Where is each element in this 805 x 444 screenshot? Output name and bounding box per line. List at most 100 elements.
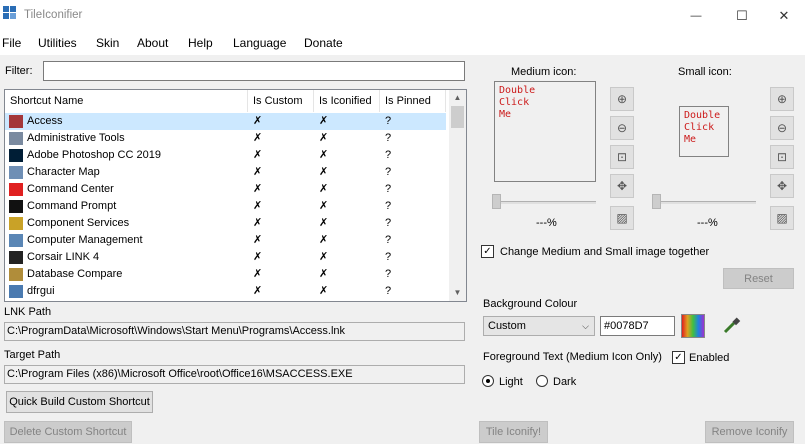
column-header-is-pinned[interactable]: Is Pinned (380, 90, 446, 112)
small-slider-thumb[interactable] (652, 194, 661, 209)
target-path-field[interactable]: C:\Program Files (x86)\Microsoft Office\… (4, 365, 465, 384)
column-header-name[interactable]: Shortcut Name (5, 90, 248, 112)
shortcut-icon (9, 200, 23, 213)
reset-button[interactable]: Reset (723, 268, 794, 289)
medium-slider-thumb[interactable] (492, 194, 501, 209)
medium-zoom-out-button[interactable]: ⊖ (610, 116, 634, 140)
menu-help[interactable]: Help (188, 36, 213, 50)
shortcut-icon (9, 149, 23, 162)
background-select-value: Custom (488, 320, 526, 332)
is-pinned-cell: ? (385, 132, 392, 144)
column-header-is-custom[interactable]: Is Custom (248, 90, 314, 112)
is-custom-cell: ✗ (253, 234, 263, 246)
menu-utilities[interactable]: Utilities (38, 36, 77, 50)
image-icon: ▨ (776, 211, 788, 225)
small-zoom-in-button[interactable]: ⊕ (770, 87, 794, 111)
scroll-up-icon[interactable]: ▲ (449, 90, 466, 106)
is-iconified-cell: ✗ (319, 217, 329, 229)
menu-about[interactable]: About (137, 36, 168, 50)
is-iconified-cell: ✗ (319, 268, 329, 280)
small-zoom-out-button[interactable]: ⊖ (770, 116, 794, 140)
background-hex-input[interactable]: #0078D7 (600, 316, 675, 336)
maximize-button[interactable]: ☐ (719, 0, 765, 31)
table-row[interactable]: Adobe Photoshop CC 2019 ✗ ✗? (5, 147, 446, 164)
menu-file[interactable]: File (2, 36, 21, 50)
is-iconified-cell: ✗ (319, 115, 329, 127)
medium-image-button[interactable]: ▨ (610, 206, 634, 230)
is-custom-cell: ✗ (253, 285, 263, 297)
shortcut-name: Character Map (27, 166, 100, 178)
lnk-path-label: LNK Path (4, 306, 52, 318)
medium-size-slider[interactable] (494, 201, 596, 204)
fit-icon: ⊡ (776, 150, 788, 164)
is-pinned-cell: ? (385, 217, 392, 229)
table-row[interactable]: Corsair LINK 4 ✗ ✗? (5, 249, 446, 266)
is-pinned-cell: ? (385, 285, 392, 297)
target-path-label: Target Path (4, 349, 61, 361)
table-row[interactable]: Command Center ✗ ✗? (5, 181, 446, 198)
change-together-label: Change Medium and Small image together (500, 246, 710, 258)
table-row[interactable]: Database Compare ✗ ✗? (5, 266, 446, 283)
eyedropper-icon[interactable] (721, 314, 743, 336)
zoom-in-icon: ⊕ (776, 92, 788, 106)
column-header-is-iconified[interactable]: Is Iconified (314, 90, 380, 112)
medium-percent: ---% (536, 217, 557, 229)
filter-label: Filter: (5, 65, 33, 77)
zoom-out-icon: ⊖ (776, 121, 788, 135)
is-custom-cell: ✗ (253, 149, 263, 161)
small-move-button[interactable]: ✥ (770, 174, 794, 198)
shortcut-icon (9, 251, 23, 264)
is-custom-cell: ✗ (253, 132, 263, 144)
light-radio-label: Light (499, 376, 523, 388)
is-pinned-cell: ? (385, 183, 392, 195)
table-row[interactable]: Component Services ✗ ✗? (5, 215, 446, 232)
menu-donate[interactable]: Donate (304, 36, 343, 50)
medium-zoom-in-button[interactable]: ⊕ (610, 87, 634, 111)
scroll-down-icon[interactable]: ▼ (449, 285, 466, 301)
fit-icon: ⊡ (616, 150, 628, 164)
table-row[interactable]: Access ✗ ✗? (5, 113, 446, 130)
table-row[interactable]: Command Prompt ✗ ✗? (5, 198, 446, 215)
small-image-button[interactable]: ▨ (770, 206, 794, 230)
shortcut-icon (9, 183, 23, 196)
color-palette-icon[interactable] (681, 314, 705, 338)
small-size-slider[interactable] (654, 201, 756, 204)
lnk-path-field[interactable]: C:\ProgramData\Microsoft\Windows\Start M… (4, 322, 465, 341)
table-row[interactable]: Computer Management ✗ ✗? (5, 232, 446, 249)
close-icon: ✕ (778, 7, 790, 23)
table-row[interactable]: Character Map ✗ ✗? (5, 164, 446, 181)
is-custom-cell: ✗ (253, 183, 263, 195)
list-scrollbar[interactable]: ▲ ▼ (449, 90, 466, 301)
medium-fit-button[interactable]: ⊡ (610, 145, 634, 169)
is-custom-cell: ✗ (253, 268, 263, 280)
quick-build-button[interactable]: Quick Build Custom Shortcut (6, 391, 153, 413)
change-together-checkbox[interactable]: ✓ (481, 245, 494, 258)
image-icon: ▨ (616, 211, 628, 225)
dark-radio[interactable] (536, 375, 548, 387)
is-pinned-cell: ? (385, 149, 392, 161)
scroll-thumb[interactable] (451, 106, 464, 128)
shortcut-name: Computer Management (27, 234, 143, 246)
medium-move-button[interactable]: ✥ (610, 174, 634, 198)
foreground-enabled-checkbox[interactable]: ✓ (672, 351, 685, 364)
background-colour-select[interactable]: Custom ⌵ (483, 316, 595, 336)
tile-iconify-button[interactable]: Tile Iconify! (479, 421, 548, 443)
move-icon: ✥ (616, 179, 628, 193)
table-row[interactable]: dfrgui ✗ ✗? (5, 283, 446, 300)
medium-icon-preview[interactable]: Double Click Me (494, 81, 596, 182)
delete-custom-shortcut-button[interactable]: Delete Custom Shortcut (4, 421, 132, 443)
menu-skin[interactable]: Skin (96, 36, 119, 50)
close-button[interactable]: ✕ (761, 0, 805, 31)
shortcut-name: Command Center (27, 183, 114, 195)
small-fit-button[interactable]: ⊡ (770, 145, 794, 169)
shortcut-icon (9, 132, 23, 145)
minimize-button[interactable]: — (673, 0, 719, 31)
light-radio[interactable] (482, 375, 494, 387)
remove-iconify-button[interactable]: Remove Iconify (705, 421, 794, 443)
small-icon-preview[interactable]: Double Click Me (679, 106, 729, 157)
filter-input[interactable] (43, 61, 465, 81)
menu-language[interactable]: Language (233, 36, 286, 50)
dark-radio-label: Dark (553, 376, 577, 388)
table-row[interactable]: Administrative Tools ✗ ✗? (5, 130, 446, 147)
shortcut-list[interactable]: Shortcut Name Is Custom Is Iconified Is … (4, 89, 467, 302)
